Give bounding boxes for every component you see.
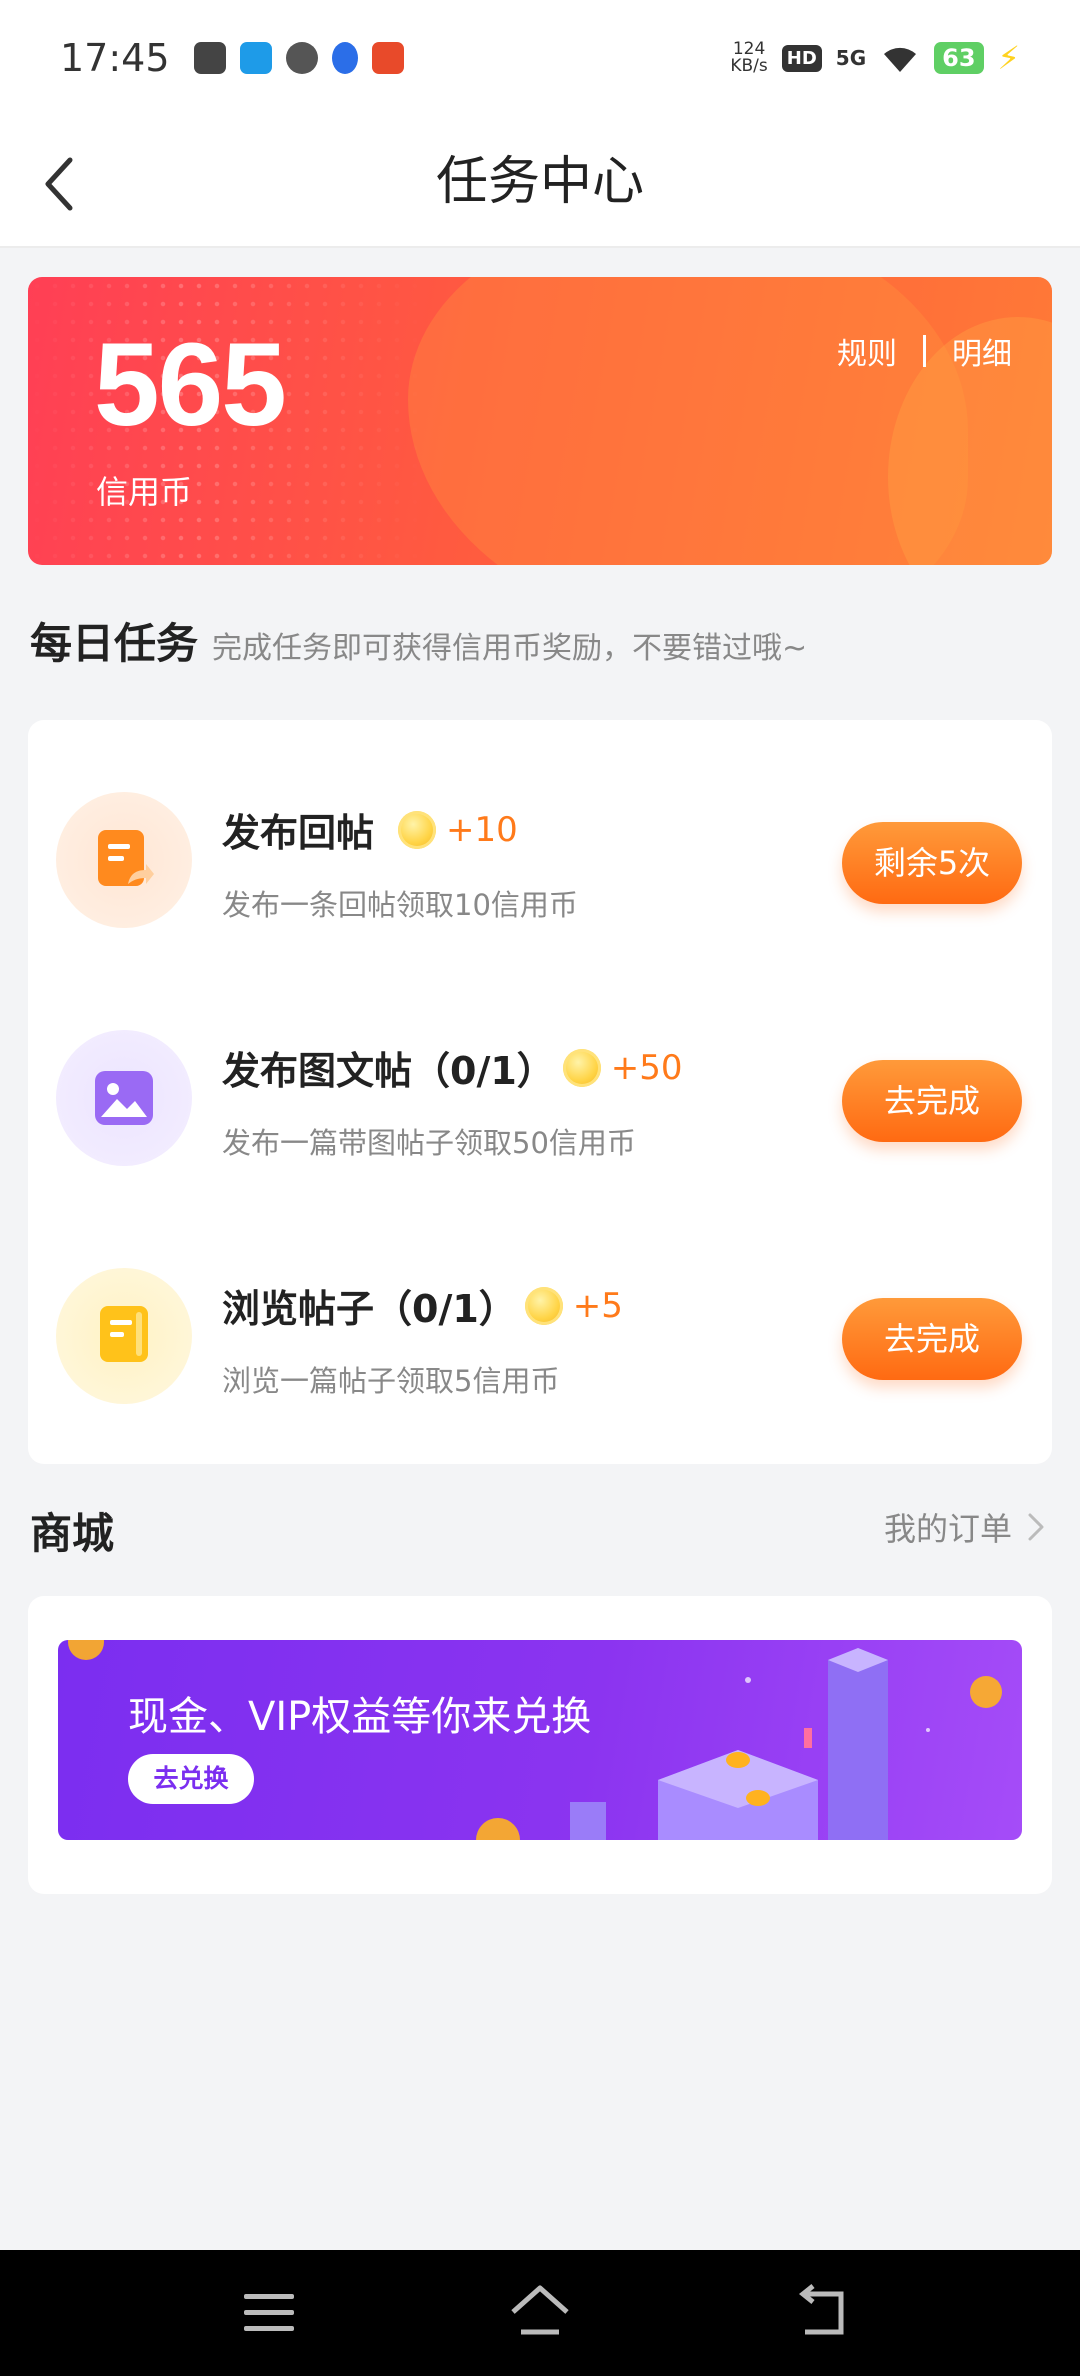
chevron-right-icon <box>1028 1513 1044 1541</box>
task-complete-button[interactable]: 去完成 <box>842 1298 1022 1380</box>
hd-icon: HD <box>781 44 822 72</box>
my-orders-link[interactable]: 我的订单 <box>884 1504 1050 1550</box>
task-description: 发布一篇带图帖子领取50信用币 <box>222 1126 636 1160</box>
credit-banner: 565 信用币 规则 明细 <box>28 277 1052 565</box>
battery-icon: 63 <box>934 42 984 74</box>
task-remaining-button[interactable]: 剩余5次 <box>842 822 1022 904</box>
image-post-icon <box>56 1030 192 1166</box>
exchange-banner[interactable]: 现金、VIP权益等你来兑换 去兑换 <box>58 1640 1022 1840</box>
mail-app-icon <box>193 42 226 74</box>
reply-post-icon <box>56 792 192 928</box>
task-list-card: 发布回帖 +10 发布一条回帖领取10信用币 剩余5次 发布图文帖（0/1） +… <box>28 720 1052 1464</box>
back-icon[interactable] <box>791 2280 857 2346</box>
browser-app-icon <box>239 42 272 74</box>
task-description: 发布一条回帖领取10信用币 <box>222 888 578 922</box>
page-title: 任务中心 <box>435 152 644 212</box>
credit-label: 信用币 <box>96 473 193 511</box>
credit-value: 565 <box>94 319 287 451</box>
bank-app-icon <box>371 42 404 74</box>
home-icon[interactable] <box>507 2280 573 2346</box>
task-reward: +5 <box>572 1285 623 1326</box>
task-item: 浏览帖子（0/1） +5 浏览一篇帖子领取5信用币 去完成 <box>28 1240 1052 1440</box>
menu-icon[interactable] <box>236 2280 302 2346</box>
task-title: 发布图文帖（0/1） <box>222 1049 555 1093</box>
task-title-row: 发布回帖 +10 <box>222 802 518 857</box>
banner-decoration <box>408 277 968 565</box>
coin-icon <box>398 810 437 849</box>
status-bar: 17:45 124 KB/s HD 5G 63 ⚡ <box>0 0 1080 116</box>
top-header: 任务中心 <box>0 116 1080 248</box>
detail-link[interactable]: 明细 <box>952 329 1012 373</box>
notification-icons <box>193 42 404 74</box>
exchange-banner-text: 现金、VIP权益等你来兑换 <box>128 1694 592 1740</box>
daily-tasks-title: 每日任务 <box>30 619 199 668</box>
task-complete-button[interactable]: 去完成 <box>842 1060 1022 1142</box>
task-description: 浏览一篇帖子领取5信用币 <box>222 1364 560 1398</box>
task-title-row: 浏览帖子（0/1） +5 <box>222 1278 623 1333</box>
charging-icon: ⚡ <box>997 39 1020 77</box>
task-title: 浏览帖子（0/1） <box>222 1287 517 1331</box>
coin-icon <box>562 1048 601 1087</box>
task-reward: +50 <box>610 1047 683 1088</box>
signal-icon: 5G <box>835 46 867 70</box>
task-item: 发布图文帖（0/1） +50 发布一篇带图帖子领取50信用币 去完成 <box>28 1002 1052 1202</box>
status-time: 17:45 <box>60 36 170 80</box>
status-right: 124 KB/s HD 5G 63 ⚡ <box>730 39 1020 77</box>
exchange-button[interactable]: 去兑换 <box>128 1754 254 1804</box>
baidu-paw-icon <box>331 42 358 74</box>
mall-title: 商城 <box>30 1509 115 1558</box>
my-orders-label: 我的订单 <box>883 1510 1012 1548</box>
daily-tasks-header: 每日任务 完成任务即可获得信用币奖励，不要错过哦~ <box>30 610 807 671</box>
wifi-icon <box>884 47 917 72</box>
speed-unit: KB/s <box>730 56 768 76</box>
coin-icon <box>524 1286 563 1325</box>
task-title: 发布回帖 <box>222 811 375 855</box>
chat-bubble-icon <box>285 42 318 74</box>
network-speed: 124 KB/s <box>730 41 767 75</box>
browse-post-icon <box>56 1268 192 1404</box>
task-item: 发布回帖 +10 发布一条回帖领取10信用币 剩余5次 <box>28 764 1052 964</box>
system-nav-bar <box>0 2250 1080 2376</box>
task-reward: +10 <box>446 809 518 850</box>
mall-card: 现金、VIP权益等你来兑换 去兑换 <box>28 1596 1052 1894</box>
banner-links: 规则 明细 <box>837 329 1012 373</box>
task-title-row: 发布图文帖（0/1） +50 <box>222 1040 683 1095</box>
link-divider <box>923 335 926 367</box>
rules-link[interactable]: 规则 <box>837 329 897 373</box>
daily-tasks-subtitle: 完成任务即可获得信用币奖励，不要错过哦~ <box>212 631 808 666</box>
